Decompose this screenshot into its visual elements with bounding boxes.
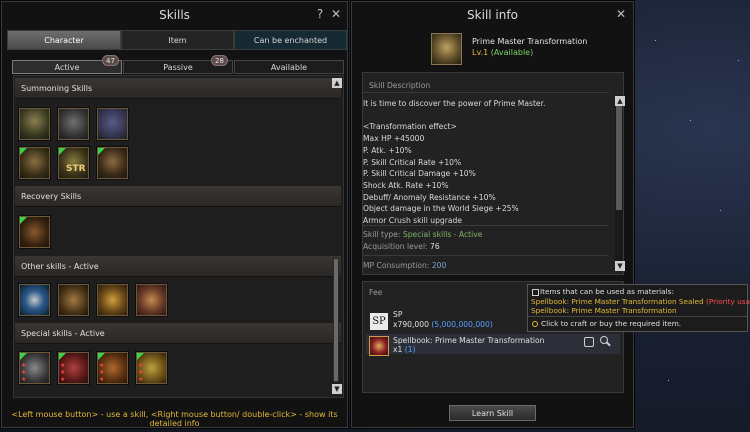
materials-tooltip: Items that can be used as materials: Spe… [527,284,750,332]
skill-level: Lv.1 [472,48,489,57]
skill-icon[interactable] [19,216,50,248]
skill-icon[interactable] [19,284,50,316]
divider [363,92,609,93]
skill-icon-text: STR [66,164,86,174]
star [720,210,721,211]
section-summoning-skills: Summoning Skills [15,78,341,99]
passive-count-badge: 28 [211,55,228,66]
help-icon[interactable]: ? [313,7,327,21]
tab-item[interactable]: Item [121,30,234,50]
skill-icon[interactable] [58,108,89,140]
refresh-icon[interactable] [584,337,594,347]
section-other-skills-active: Other skills - Active [15,256,341,277]
divider [362,255,608,256]
skill-info-title: Skill info [467,8,518,22]
description-line: Debuff/ Anomaly Resistance +10% [363,192,496,202]
description-scroll-thumb[interactable] [616,106,622,210]
description-line: P. Skill Critical Rate +10% [363,157,462,167]
spellbook-cost-line: x1 (1) [393,345,416,354]
skill-icon[interactable] [97,108,128,140]
skill-icon [431,33,462,65]
skill-icon[interactable]: ★ ★ ★ [136,352,167,384]
skill-icon[interactable] [19,108,50,140]
mp-consumption-line: MP Consumption: 200 [363,261,446,270]
skills-title: Skills [159,8,190,22]
tooltip-title: Items that can be used as materials: [540,287,674,296]
search-icon [532,321,538,327]
sp-owned: (5,000,000,000) [431,320,493,329]
collapse-button[interactable]: ▲ [332,78,342,88]
skill-icon[interactable] [97,147,128,179]
skill-icon[interactable] [97,284,128,316]
star [668,380,669,381]
skill-list-scrollbar[interactable] [333,258,339,382]
skill-type-label: Skill type: [363,230,401,239]
section-special-skills-active: Special skills - Active [15,323,341,344]
description-line: P. Atk. +10% [363,145,412,155]
star [738,60,739,61]
description-line: It is time to discover the power of Prim… [363,99,546,108]
scroll-down-icon[interactable]: ▼ [332,384,342,394]
skill-list[interactable]: Summoning Skills ▲ STR Recovery Skills O… [13,75,344,398]
skill-icon[interactable] [136,284,167,316]
active-count-badge: 47 [102,55,119,66]
skill-status: (Available) [490,48,534,57]
skill-icon[interactable]: ★ ★ ★ [58,352,89,384]
usage-hint: <Left mouse button> - use a skill, <Righ… [11,410,338,428]
tooltip-line-2: Spellbook: Prime Master Transformation [531,306,677,315]
subtab-available[interactable]: Available [234,60,344,74]
tooltip-footer: Click to craft or buy the required item. [541,319,682,328]
tab-character[interactable]: Character [7,30,121,50]
close-icon[interactable]: ✕ [329,7,343,21]
description-line: P. Skill Critical Damage +10% [363,169,476,179]
tooltip-priority-note: (Priority usage) [705,297,750,306]
divider [528,316,747,317]
skill-icon[interactable]: ★ ★ ★ [19,352,50,384]
description-line: Object damage in the World Siege +25% [363,204,519,214]
skill-type-value: Special skills - Active [402,230,483,239]
acquisition-level-label: Acquisition level: [363,242,428,251]
tab-can-be-enchanted[interactable]: Can be enchanted [234,30,347,50]
description-line [363,110,609,122]
skill-name: Prime Master Transformation [472,37,588,46]
skill-description: It is time to discover the power of Prim… [363,98,609,227]
scroll-down-icon[interactable]: ▼ [615,261,625,271]
sp-icon: SP [369,312,389,331]
spellbook-name: Spellbook: Prime Master Transformation [393,336,545,345]
spellbook-owned: (1) [404,345,416,354]
skill-icon[interactable] [58,284,89,316]
skill-level-line: Lv.1 (Available) [472,48,533,57]
mp-consumption-label: MP Consumption: [363,261,430,270]
description-line: <Transformation effect> [363,122,457,132]
acquisition-level-value: 76 [430,242,440,251]
tooltip-item-name: Spellbook: Prime Master Transformation [531,297,677,306]
description-line: Shock Atk. Rate +10% [363,180,449,190]
star [655,40,656,41]
spellbook-icon[interactable] [369,336,389,356]
divider [362,225,608,226]
sp-name: SP [393,310,403,319]
description-header: Skill Description [369,81,431,90]
spellbook-amount: x1 [393,345,403,354]
mp-consumption-value: 200 [431,261,447,270]
skill-icon[interactable] [19,147,50,179]
scroll-up-icon[interactable]: ▲ [615,96,625,106]
fee-header: Fee [369,288,383,297]
learn-skill-button[interactable]: Learn Skill [449,405,536,421]
sp-amount: x790,000 [393,320,429,329]
tooltip-line-1: Spellbook: Prime Master Transformation S… [531,297,750,306]
description-line: Max HP +45000 [363,134,425,144]
sp-cost-line: x790,000 (5,000,000,000) [393,320,493,329]
skill-type-line: Skill type: Special skills - Active [363,230,482,239]
close-icon[interactable]: ✕ [614,7,628,21]
skill-icon[interactable]: STR [58,147,89,179]
star [690,120,691,121]
section-recovery-skills: Recovery Skills [15,186,341,207]
skill-icon[interactable]: ★ ★ ★ [97,352,128,384]
skills-window: Skills ? ✕ Character Item Can be enchant… [1,1,348,428]
tooltip-sealed-tag: Sealed [678,297,704,306]
wrench-icon [532,289,539,296]
acquisition-level-line: Acquisition level: 76 [363,242,440,251]
